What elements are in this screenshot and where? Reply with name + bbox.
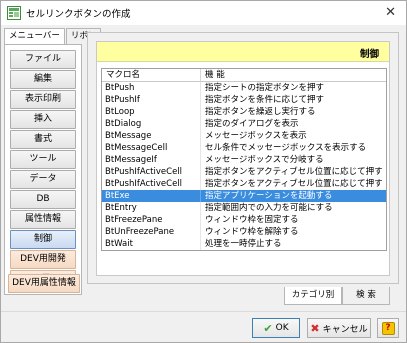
table-row[interactable]: BtDialog 指定のダイアログを表示: [102, 118, 386, 130]
macro-function-cell: 指定ボタンをアクティブセル位置に応じて押す: [205, 167, 383, 177]
macro-function-cell: セル条件でメッセージボックスを表示する: [205, 143, 367, 153]
macro-function-cell: ウィンドウ枠を固定する: [205, 215, 299, 225]
table-row[interactable]: BtEntry 指定範囲内での入力を可能にする: [102, 202, 386, 214]
category-button-dev-development[interactable]: DEV用開発: [10, 250, 76, 269]
table-row[interactable]: BtExe 指定アプリケーションを起動する: [102, 190, 386, 202]
table-row[interactable]: BtPushIfActiveCell 指定ボタンをアクティブセル位置に応じて押す: [102, 166, 386, 178]
category-panel: ファイル 編集 表示印刷 挿入 書式 ツール データ DB 属性情報 制御 DE…: [4, 44, 82, 295]
macro-name-cell: BtWait: [102, 238, 201, 250]
macro-function-cell: メッセージボックスで分岐する: [205, 155, 324, 165]
column-header-function[interactable]: 機 能: [201, 69, 386, 81]
macro-name-cell: BtEntry: [102, 202, 201, 214]
category-button-insert[interactable]: 挿入: [10, 110, 76, 129]
category-button-format[interactable]: 書式: [10, 130, 76, 149]
category-button-tools[interactable]: ツール: [10, 150, 76, 169]
macro-function-cell: 処理を一時停止する: [205, 239, 282, 249]
macro-function-cell: メッセージボックスを表示: [205, 131, 307, 141]
app-icon: [7, 6, 21, 20]
macro-name-cell: BtMessage: [102, 130, 201, 142]
dialog-window: セルリンクボタンの作成 ✕ メニューバー リボン ファイル 編集 表示印刷 挿入…: [0, 0, 407, 343]
category-button-attributes[interactable]: 属性情報: [10, 210, 76, 229]
table-header: マクロ名 機 能: [102, 69, 386, 82]
tab-menubar[interactable]: メニューバー: [4, 28, 65, 45]
check-icon: ✔: [263, 321, 273, 335]
table-row[interactable]: BtPushIf 指定ボタンを条件に応じて押す: [102, 94, 386, 106]
help-icon: ?: [381, 321, 395, 335]
table-row[interactable]: BtMessage メッセージボックスを表示: [102, 130, 386, 142]
macro-name-cell: BtMessageCell: [102, 142, 201, 154]
macro-name-cell: BtExe: [102, 190, 201, 202]
table-row[interactable]: BtMessageIf メッセージボックスで分岐する: [102, 154, 386, 166]
category-button-control[interactable]: 制御: [10, 230, 76, 249]
category-button-file[interactable]: ファイル: [10, 50, 76, 69]
category-button-data[interactable]: データ: [10, 170, 76, 189]
macro-function-cell: ウィンドウ枠を解除する: [205, 227, 299, 237]
divider: [1, 311, 406, 312]
help-button[interactable]: ?: [377, 318, 399, 338]
category-heading-bar: 制御: [97, 42, 389, 62]
table-row[interactable]: BtFreezePane ウィンドウ枠を固定する: [102, 214, 386, 226]
macro-list-area: 制御 マクロ名 機 能 BtPush 指定シートの指定ボタンを押す BtPushIf…: [96, 41, 390, 276]
cross-icon: ✖: [310, 321, 320, 335]
ok-button[interactable]: ✔ OK: [252, 318, 300, 338]
macro-function-cell: 指定ボタンを繰返し実行する: [205, 107, 316, 117]
macro-name-cell: BtMessageIf: [102, 154, 201, 166]
macro-name-cell: BtPushIfActiveCell: [102, 178, 201, 190]
window-title: セルリンクボタンの作成: [26, 9, 131, 20]
macro-table[interactable]: マクロ名 機 能 BtPush 指定シートの指定ボタンを押す BtPushIf 指定ボ…: [101, 68, 387, 251]
column-header-macro-name[interactable]: マクロ名: [102, 69, 201, 81]
table-row[interactable]: BtWait 処理を一時停止する: [102, 238, 386, 250]
table-row[interactable]: BtPushIfActiveCell 指定ボタンをアクティブセル位置に応じて押す: [102, 178, 386, 190]
macro-panel: 制御 マクロ名 機 能 BtPush 指定シートの指定ボタンを押す BtPushIf…: [87, 32, 399, 284]
table-row[interactable]: BtLoop 指定ボタンを繰返し実行する: [102, 106, 386, 118]
macro-name-cell: BtPush: [102, 82, 201, 94]
macro-function-cell: 指定のダイアログを表示: [205, 119, 299, 129]
tab-search[interactable]: 検 索: [342, 287, 390, 305]
table-row[interactable]: BtMessageCell セル条件でメッセージボックスを表示する: [102, 142, 386, 154]
macro-name-cell: BtUnFreezePane: [102, 226, 201, 238]
ok-label: OK: [275, 323, 289, 333]
category-button-edit[interactable]: 編集: [10, 70, 76, 89]
macro-name-cell: BtLoop: [102, 106, 201, 118]
category-button-dev-attributes[interactable]: DEV用属性情報: [8, 274, 80, 293]
cancel-label: キャンセル: [322, 324, 368, 335]
macro-name-cell: BtDialog: [102, 118, 201, 130]
table-row[interactable]: BtPush 指定シートの指定ボタンを押す: [102, 82, 386, 94]
title-bar: セルリンクボタンの作成 ✕: [1, 1, 406, 25]
table-body: BtPush 指定シートの指定ボタンを押す BtPushIf 指定ボタンを条件に応じて…: [102, 82, 386, 250]
close-icon[interactable]: ✕: [385, 5, 396, 20]
category-button-view-print[interactable]: 表示印刷: [10, 90, 76, 109]
macro-name-cell: BtPushIf: [102, 94, 201, 106]
tab-by-category[interactable]: カテゴリ別: [284, 287, 342, 305]
table-row[interactable]: BtUnFreezePane ウィンドウ枠を解除する: [102, 226, 386, 238]
macro-function-cell: 指定ボタンを条件に応じて押す: [205, 95, 325, 105]
category-button-db[interactable]: DB: [10, 190, 76, 209]
macro-name-cell: BtPushIfActiveCell: [102, 166, 201, 178]
macro-function-cell: 指定ボタンをアクティブセル位置に応じて押す: [205, 179, 383, 189]
category-heading: 制御: [359, 49, 379, 60]
cancel-button[interactable]: ✖ キャンセル: [307, 318, 371, 338]
macro-function-cell: 指定範囲内での入力を可能にする: [205, 203, 333, 213]
macro-function-cell: 指定アプリケーションを起動する: [205, 191, 333, 201]
macro-function-cell: 指定シートの指定ボタンを押す: [205, 83, 325, 93]
macro-name-cell: BtFreezePane: [102, 214, 201, 226]
